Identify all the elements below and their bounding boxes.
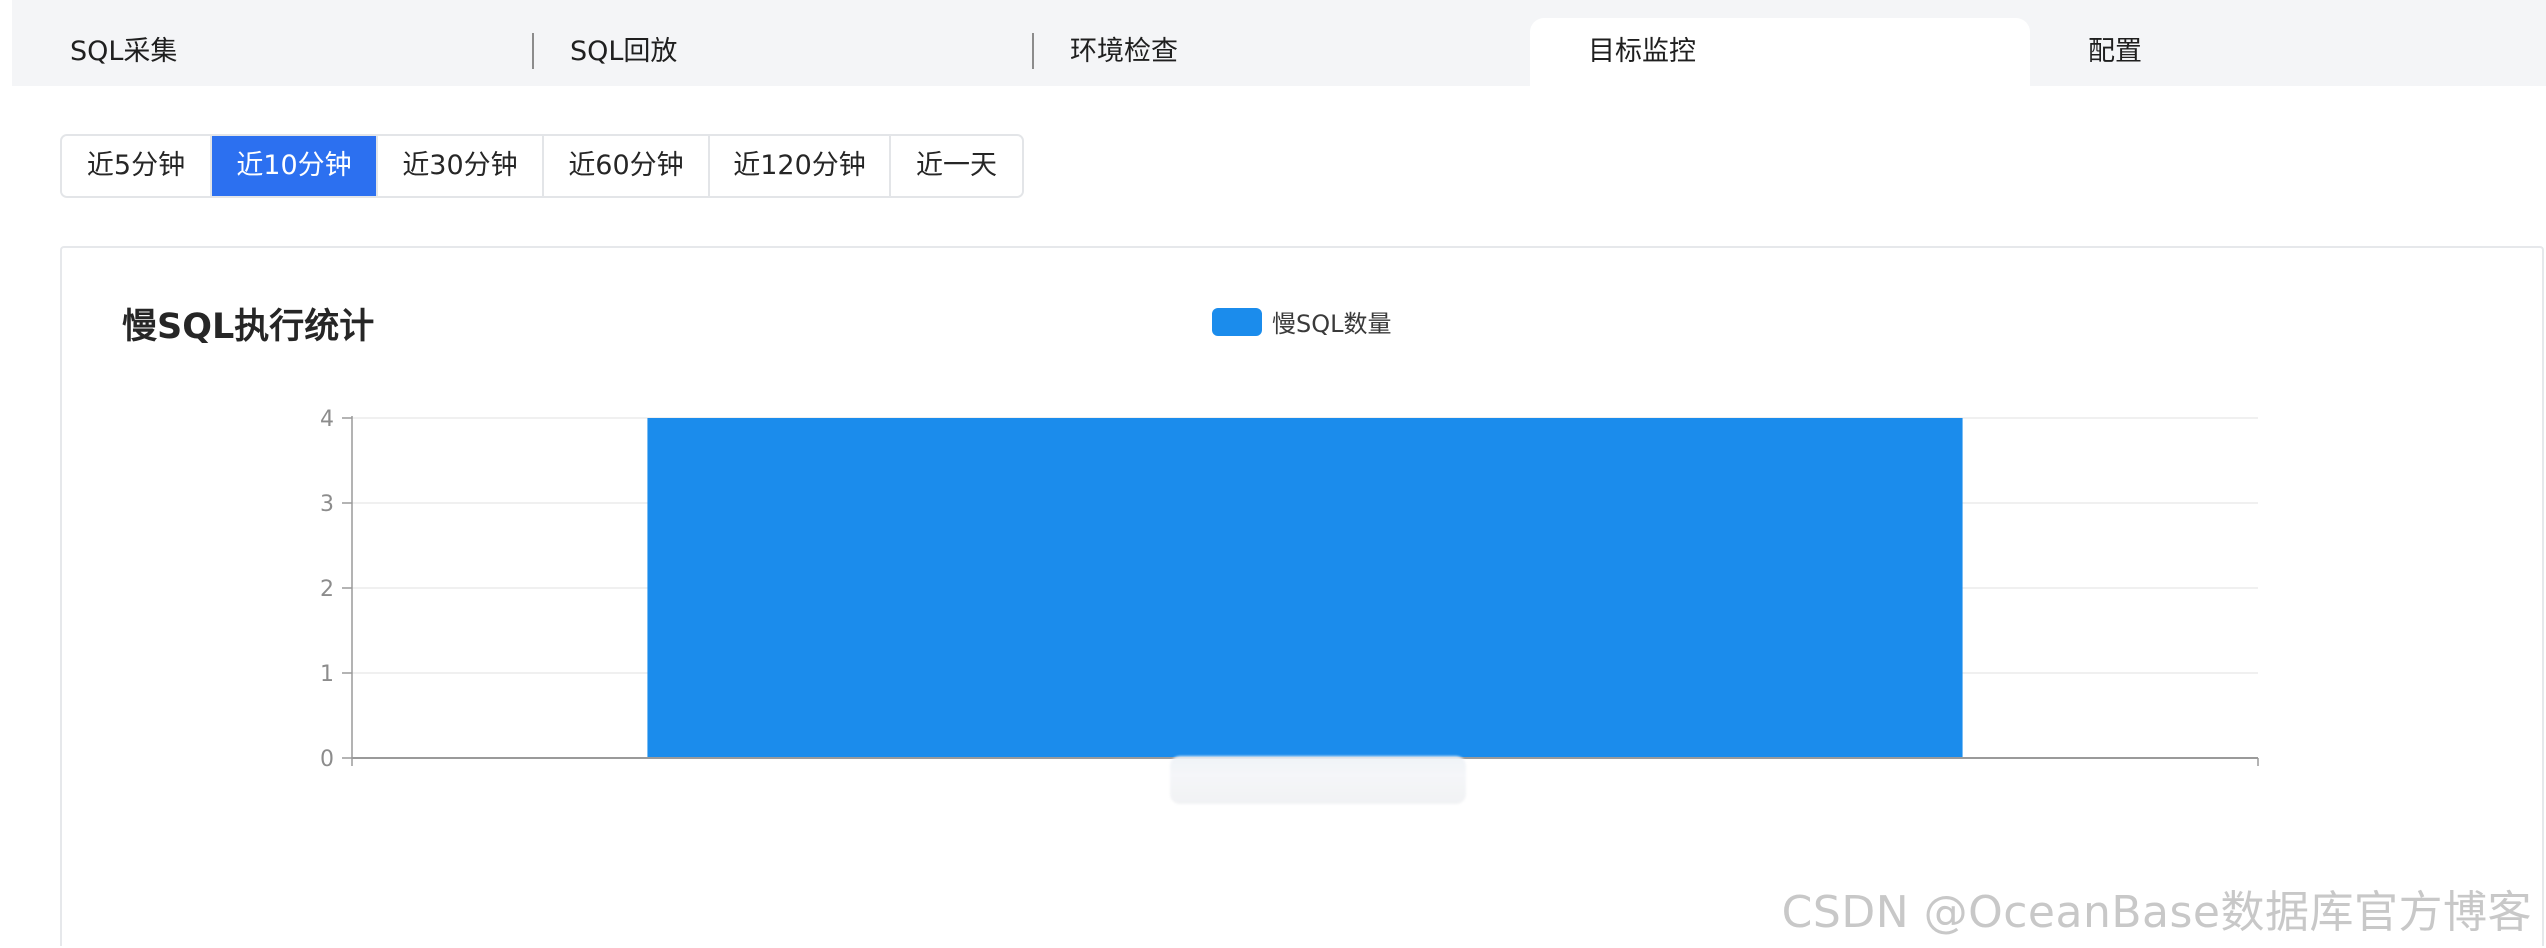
- bar: [647, 418, 1963, 758]
- y-tick-label: 2: [320, 577, 334, 602]
- tab-sql-replay[interactable]: SQL回放: [512, 18, 1012, 86]
- tab-config[interactable]: 配置: [2030, 18, 2530, 86]
- blurred-x-axis-label: [1170, 756, 1466, 804]
- range-5min-button[interactable]: 近5分钟: [62, 136, 212, 196]
- range-10min-button[interactable]: 近10分钟: [212, 136, 378, 196]
- tab-sql-capture[interactable]: SQL采集: [12, 18, 512, 86]
- slow-sql-chart-card: 慢SQL执行统计 慢SQL数量 01234: [60, 246, 2544, 946]
- tab-target-monitor[interactable]: 目标监控: [1530, 18, 2030, 86]
- y-tick-label: 1: [320, 662, 334, 687]
- range-1day-button[interactable]: 近一天: [891, 136, 1022, 196]
- tab-env-check[interactable]: 环境检查: [1012, 18, 1512, 86]
- range-60min-button[interactable]: 近60分钟: [544, 136, 710, 196]
- y-tick-label: 0: [320, 747, 334, 772]
- bar-chart: 0 1 2 3 4: [320, 407, 2259, 772]
- time-range-selector: 近5分钟 近10分钟 近30分钟 近60分钟 近120分钟 近一天: [60, 134, 1024, 198]
- range-30min-button[interactable]: 近30分钟: [378, 136, 544, 196]
- range-120min-button[interactable]: 近120分钟: [710, 136, 891, 196]
- module-tab-bar: SQL采集 SQL回放 环境检查 目标监控 配置: [12, 0, 2546, 86]
- watermark: CSDN @OceanBase数据库官方博客: [1781, 887, 2532, 938]
- y-tick-label: 4: [320, 407, 334, 432]
- y-tick-label: 3: [320, 492, 334, 517]
